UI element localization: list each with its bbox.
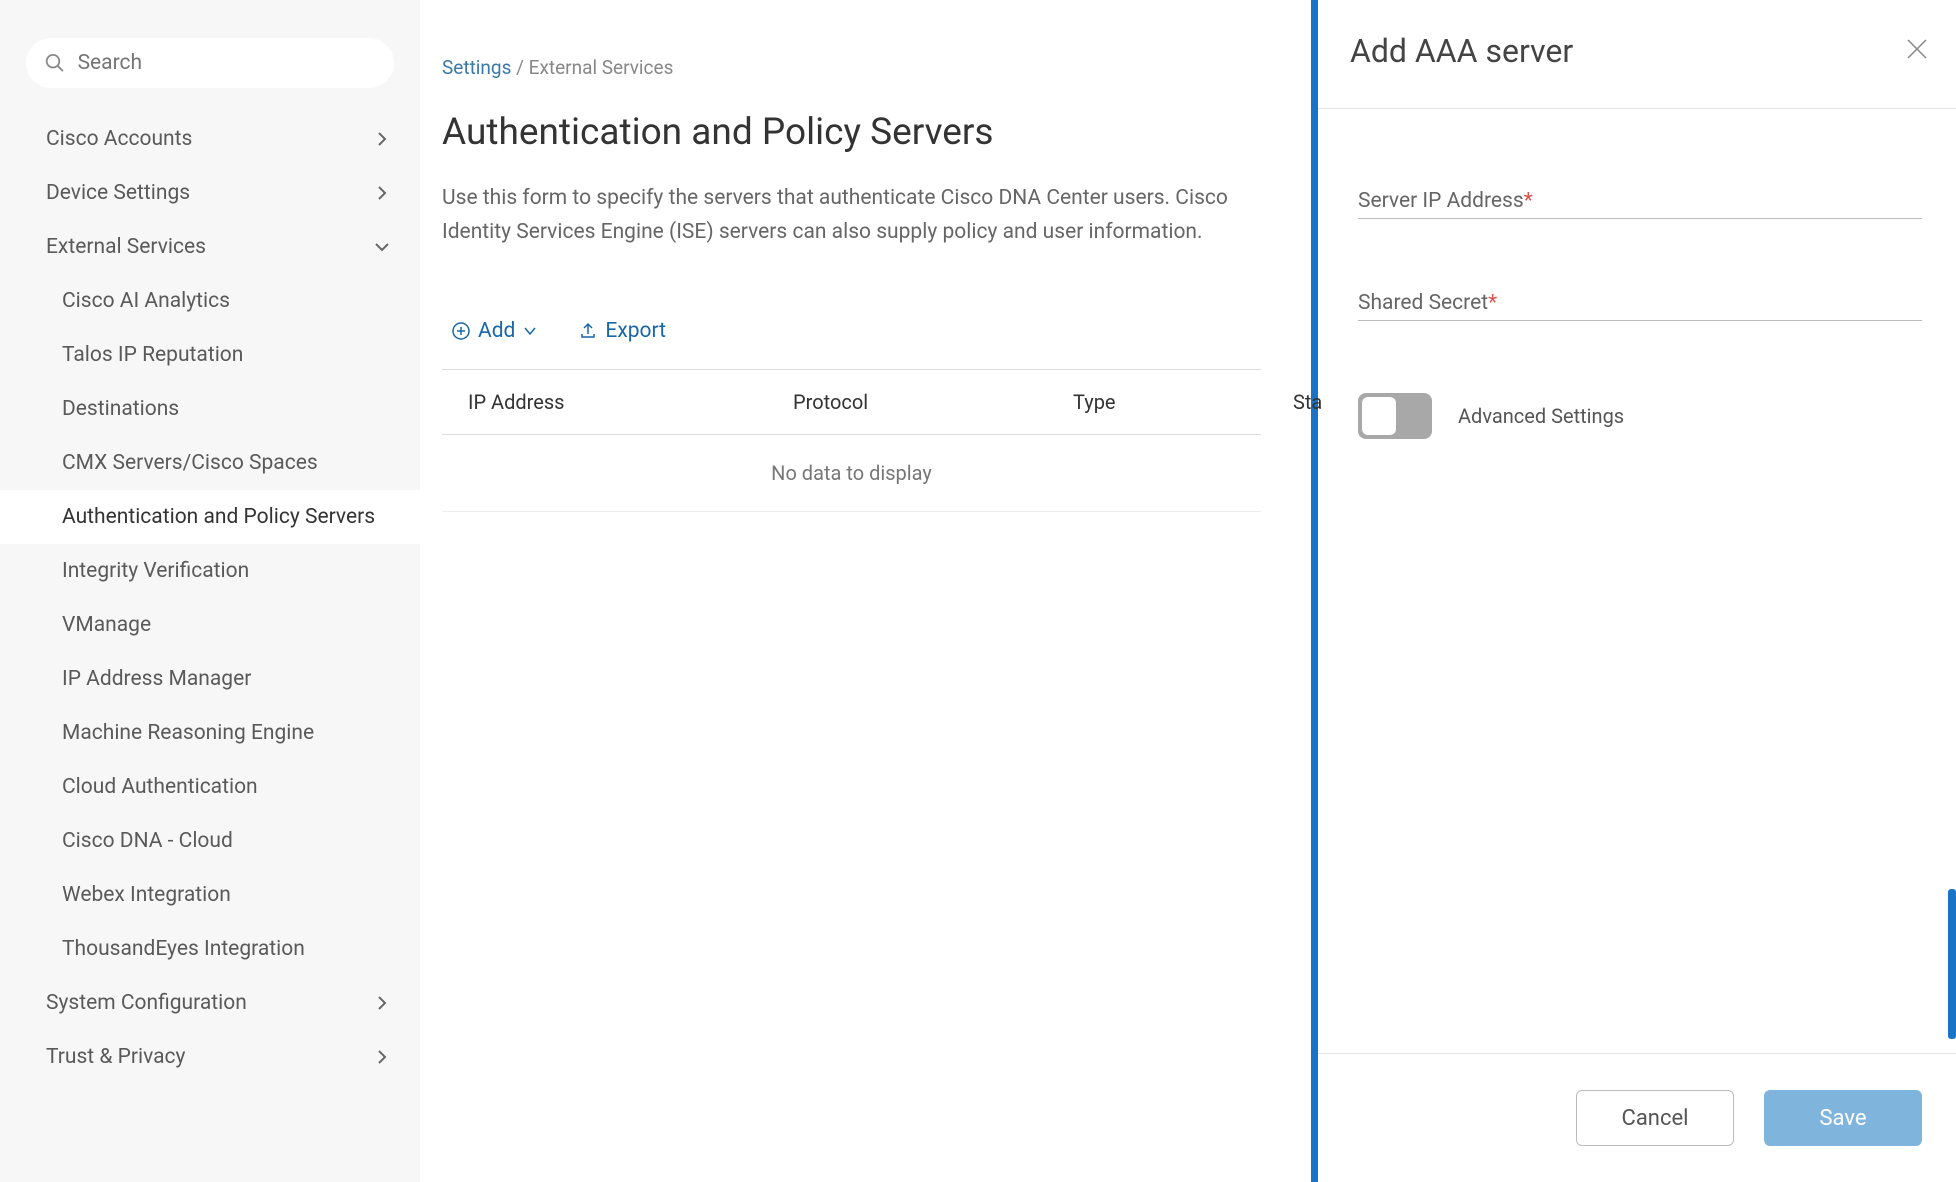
advanced-settings-row: Advanced Settings: [1358, 393, 1922, 439]
nav-mre[interactable]: Machine Reasoning Engine: [0, 706, 420, 760]
nav-label: System Configuration: [46, 991, 247, 1015]
nav-auth-policy[interactable]: Authentication and Policy Servers: [0, 490, 420, 544]
main-content: Settings / External Services Authenticat…: [420, 0, 1311, 1182]
nav-talos[interactable]: Talos IP Reputation: [0, 328, 420, 382]
nav-label: Cisco AI Analytics: [62, 289, 230, 313]
input-underline: [1358, 315, 1922, 321]
nav-cloud-auth[interactable]: Cloud Authentication: [0, 760, 420, 814]
server-ip-field[interactable]: Server IP Address*: [1358, 189, 1922, 219]
nav-cmx[interactable]: CMX Servers/Cisco Spaces: [0, 436, 420, 490]
breadcrumb-root[interactable]: Settings: [442, 56, 511, 79]
nav-vmanage[interactable]: VManage: [0, 598, 420, 652]
breadcrumb-current: External Services: [529, 56, 674, 79]
nav-integrity[interactable]: Integrity Verification: [0, 544, 420, 598]
nav-label: Cisco Accounts: [46, 127, 192, 151]
nav-label: IP Address Manager: [62, 667, 251, 691]
input-underline: [1358, 213, 1922, 219]
nav-label: Device Settings: [46, 181, 190, 205]
action-bar: Add Export: [442, 319, 1261, 343]
nav-label: Machine Reasoning Engine: [62, 721, 314, 745]
chevron-right-icon: [374, 131, 390, 147]
plus-circle-icon: [452, 322, 470, 340]
panel-divider[interactable]: [1311, 0, 1318, 1182]
nav-system-config[interactable]: System Configuration: [0, 976, 420, 1030]
panel-footer: Cancel Save: [1318, 1053, 1956, 1182]
toggle-knob: [1362, 397, 1396, 435]
nav-label: Integrity Verification: [62, 559, 249, 583]
nav-device-settings[interactable]: Device Settings: [0, 166, 420, 220]
scrollbar-indicator[interactable]: [1948, 889, 1956, 1039]
table-header: IP Address Protocol Type Sta: [442, 369, 1261, 435]
nav-ai-analytics[interactable]: Cisco AI Analytics: [0, 274, 420, 328]
close-icon: [1906, 38, 1928, 60]
advanced-toggle[interactable]: [1358, 393, 1432, 439]
nav-external-services[interactable]: External Services: [0, 220, 420, 274]
nav-ip-addr[interactable]: IP Address Manager: [0, 652, 420, 706]
nav-label: Talos IP Reputation: [62, 343, 243, 367]
export-label: Export: [605, 319, 666, 343]
nav-label: Cisco DNA - Cloud: [62, 829, 233, 853]
nav-trust-privacy[interactable]: Trust & Privacy: [0, 1030, 420, 1084]
nav-dna-cloud[interactable]: Cisco DNA - Cloud: [0, 814, 420, 868]
nav-destinations[interactable]: Destinations: [0, 382, 420, 436]
chevron-right-icon: [374, 1049, 390, 1065]
server-ip-label: Server IP Address*: [1358, 189, 1922, 213]
col-type[interactable]: Type: [1073, 390, 1293, 414]
shared-secret-label: Shared Secret*: [1358, 291, 1922, 315]
required-mark: *: [1488, 291, 1497, 315]
breadcrumb: Settings / External Services: [442, 56, 1261, 79]
sidebar: Cisco Accounts Device Settings External …: [0, 0, 420, 1182]
col-protocol[interactable]: Protocol: [793, 390, 1073, 414]
nav-label: Webex Integration: [62, 883, 231, 907]
nav-cisco-accounts[interactable]: Cisco Accounts: [0, 112, 420, 166]
add-label: Add: [478, 319, 515, 343]
panel-header: Add AAA server: [1318, 0, 1956, 109]
nav-label: Cloud Authentication: [62, 775, 258, 799]
panel-title: Add AAA server: [1350, 32, 1573, 70]
nav-label: CMX Servers/Cisco Spaces: [62, 451, 318, 475]
required-mark: *: [1524, 189, 1533, 213]
advanced-label: Advanced Settings: [1458, 404, 1624, 428]
servers-table: IP Address Protocol Type Sta No data to …: [442, 369, 1261, 512]
nav-label: ThousandEyes Integration: [62, 937, 305, 961]
nav-webex[interactable]: Webex Integration: [0, 868, 420, 922]
search-box[interactable]: [26, 38, 394, 88]
chevron-down-icon: [523, 324, 537, 338]
add-button[interactable]: Add: [452, 319, 537, 343]
table-empty-message: No data to display: [442, 435, 1261, 512]
page-description: Use this form to specify the servers tha…: [442, 182, 1261, 249]
save-button[interactable]: Save: [1764, 1090, 1922, 1146]
search-input[interactable]: [78, 51, 376, 75]
side-panel: Add AAA server Server IP Address* Shared…: [1318, 0, 1956, 1182]
col-ip[interactable]: IP Address: [468, 390, 793, 414]
nav-label: VManage: [62, 613, 151, 637]
search-icon: [44, 51, 66, 75]
page-title: Authentication and Policy Servers: [442, 111, 1261, 154]
chevron-right-icon: [374, 185, 390, 201]
breadcrumb-sep: /: [511, 56, 528, 79]
nav-label: External Services: [46, 235, 206, 259]
nav-thousandeyes[interactable]: ThousandEyes Integration: [0, 922, 420, 976]
shared-secret-field[interactable]: Shared Secret*: [1358, 291, 1922, 321]
nav-label: Authentication and Policy Servers: [62, 505, 375, 529]
nav-label: Destinations: [62, 397, 179, 421]
export-button[interactable]: Export: [579, 319, 666, 343]
chevron-right-icon: [374, 995, 390, 1011]
close-button[interactable]: [1906, 38, 1928, 64]
chevron-down-icon: [374, 239, 390, 255]
nav-label: Trust & Privacy: [46, 1045, 185, 1069]
panel-body: Server IP Address* Shared Secret* Advanc…: [1318, 109, 1956, 1053]
export-icon: [579, 322, 597, 340]
cancel-button[interactable]: Cancel: [1576, 1090, 1734, 1146]
